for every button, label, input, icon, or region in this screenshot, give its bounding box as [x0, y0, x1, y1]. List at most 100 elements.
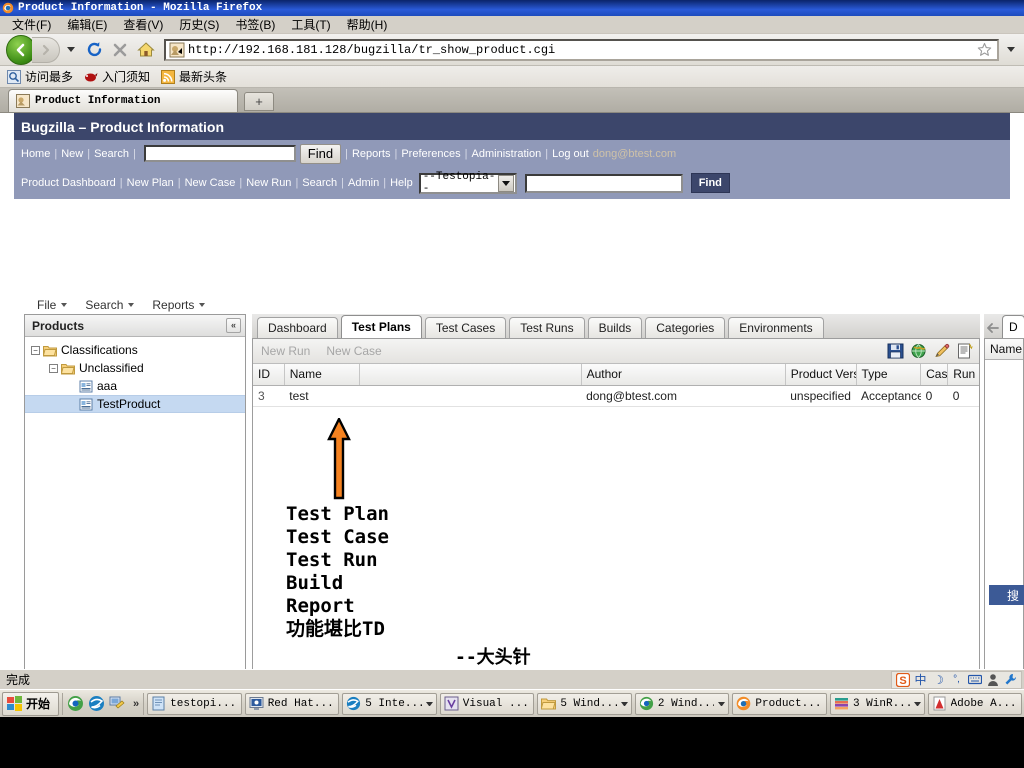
bookmark-getting-started[interactable]: 入门须知 [81, 67, 156, 86]
taskbar-item-winrar[interactable]: 3 WinR... [829, 692, 925, 715]
ime-punctuation-icon[interactable]: °, [949, 672, 964, 687]
nav-new-run-link[interactable]: New Run [246, 177, 291, 189]
tab-dashboard[interactable]: Dashboard [257, 317, 338, 338]
tree-node-unclassified[interactable]: − Unclassified [25, 359, 245, 377]
taskbar-item-internet-explorer[interactable]: 5 Inte... [342, 692, 437, 715]
nav-new-plan-link[interactable]: New Plan [127, 177, 174, 189]
tab-test-plans[interactable]: Test Plans [340, 315, 422, 338]
url-dropdown-icon[interactable] [1004, 47, 1018, 52]
tab-categories[interactable]: Categories [645, 317, 726, 338]
tree-node-aaa[interactable]: aaa [25, 377, 245, 395]
nav-search-link[interactable]: Search [94, 148, 129, 160]
col-blank[interactable] [359, 364, 582, 386]
table-row[interactable]: 3 test dong@btest.com unspecified Accept… [253, 385, 979, 407]
col-product-version[interactable]: Product Versic [785, 364, 857, 386]
ql-ie-icon[interactable] [88, 695, 105, 712]
testopia-search-input[interactable] [524, 173, 683, 193]
bugzilla-quicksearch-input[interactable] [143, 145, 296, 162]
cell-cases: 0 [920, 385, 948, 407]
browser-tab-product-information[interactable]: Product Information [8, 89, 238, 112]
tree-node-testproduct[interactable]: TestProduct [25, 395, 245, 413]
chevron-down-icon[interactable] [425, 701, 433, 706]
ime-chinese-icon[interactable]: 中 [913, 672, 928, 687]
tab-builds[interactable]: Builds [587, 317, 643, 338]
back-arrow-small-icon[interactable] [987, 317, 999, 338]
menu-edit[interactable]: 编辑(E) [59, 15, 115, 34]
app-menu-reports[interactable]: Reports [143, 296, 214, 314]
nav-logout-link[interactable]: Log out [552, 148, 589, 160]
menu-tools[interactable]: 工具(T) [283, 15, 338, 34]
nav-admin-link[interactable]: Admin [348, 177, 379, 189]
menu-bookmarks[interactable]: 书签(B) [227, 15, 283, 34]
menu-help[interactable]: 帮助(H) [339, 15, 396, 34]
col-type[interactable]: Type [856, 364, 922, 386]
app-menu-file[interactable]: File [28, 296, 76, 314]
save-floppy-icon[interactable] [887, 343, 904, 359]
nav-home-link[interactable]: Home [21, 148, 50, 160]
collapse-left-icon[interactable]: « [226, 318, 241, 333]
nav-preferences-link[interactable]: Preferences [401, 148, 460, 160]
new-tab-button[interactable]: + [244, 92, 274, 111]
taskbar-item-windows-explorer[interactable]: 5 Wind... [537, 692, 632, 715]
right-panel-column-header[interactable]: Name [985, 339, 1023, 360]
chevron-down-icon[interactable] [718, 701, 726, 706]
new-run-button[interactable]: New Run [261, 344, 310, 358]
navigation-history-dropdown[interactable] [67, 47, 75, 52]
menu-view[interactable]: 查看(V) [115, 15, 171, 34]
col-cases[interactable]: Cas [920, 364, 949, 386]
start-button[interactable]: 开始 [2, 691, 60, 716]
taskbar-item-redhat[interactable]: Red Hat... [244, 692, 340, 715]
new-case-button[interactable]: New Case [326, 344, 381, 358]
nav-reports-link[interactable]: Reports [352, 148, 391, 160]
ime-wrench-icon[interactable] [1003, 672, 1018, 687]
app-menu-search[interactable]: Search [76, 296, 143, 314]
nav-new-case-link[interactable]: New Case [185, 177, 236, 189]
star-bookmark-icon[interactable] [973, 42, 995, 57]
taskbar-item-product[interactable]: Product... [732, 692, 827, 715]
url-bar[interactable]: http://192.168.181.128/bugzilla/tr_show_… [164, 38, 999, 61]
menu-file[interactable]: 文件(F) [4, 15, 59, 34]
right-panel-tab[interactable]: D [1002, 315, 1024, 338]
col-author[interactable]: Author [581, 364, 786, 386]
ime-moon-icon[interactable]: ☽ [931, 672, 946, 687]
chevron-down-icon[interactable] [620, 701, 628, 706]
new-document-icon[interactable] [956, 343, 973, 359]
menu-history[interactable]: 历史(S) [171, 15, 227, 34]
taskbar-item-visual[interactable]: Visual ... [439, 692, 535, 715]
nav-help-link[interactable]: Help [390, 177, 413, 189]
globe-icon[interactable] [910, 343, 927, 359]
bugzilla-find-button[interactable]: Find [299, 143, 342, 164]
tree-expander-icon[interactable]: − [31, 345, 40, 355]
bookmark-most-visited[interactable]: 访问最多 [4, 67, 79, 86]
quick-launch-overflow-icon[interactable]: » [130, 698, 139, 710]
bookmark-latest-headlines[interactable]: 最新头条 [158, 67, 233, 86]
sogou-ime-icon[interactable]: S [895, 672, 910, 687]
tab-test-runs[interactable]: Test Runs [509, 317, 585, 338]
pencil-edit-icon[interactable] [933, 343, 950, 359]
nav-search-link-2[interactable]: Search [302, 177, 337, 189]
reload-icon[interactable] [86, 41, 103, 58]
nav-product-dashboard-link[interactable]: Product Dashboard [21, 177, 116, 189]
nav-administration-link[interactable]: Administration [472, 148, 542, 160]
taskbar-item-adobe[interactable]: Adobe A... [927, 692, 1023, 715]
tree-expander-icon[interactable]: − [49, 363, 58, 373]
ime-keyboard-icon[interactable] [967, 672, 982, 687]
col-id[interactable]: ID [253, 364, 285, 386]
tab-test-cases[interactable]: Test Cases [424, 317, 507, 338]
tab-environments[interactable]: Environments [728, 317, 824, 338]
ql-firefox-icon[interactable] [67, 695, 84, 712]
right-panel-search-button[interactable]: 搜 [989, 585, 1024, 605]
taskbar-item-testopi[interactable]: testopi... [147, 692, 242, 715]
chevron-down-icon[interactable] [913, 701, 921, 706]
ime-user-icon[interactable] [985, 672, 1000, 687]
taskbar-item-windows-2[interactable]: 2 Wind... [634, 692, 730, 715]
col-runs[interactable]: Run [947, 364, 979, 386]
col-name[interactable]: Name [284, 364, 360, 386]
nav-new-link[interactable]: New [61, 148, 83, 160]
home-icon[interactable] [137, 41, 155, 58]
ql-show-desktop-icon[interactable] [109, 695, 126, 712]
tree-node-classifications[interactable]: − Classifications [25, 341, 245, 359]
testopia-find-button[interactable]: Find [690, 173, 730, 193]
browser-tab-strip: Product Information + [0, 88, 1024, 113]
testopia-scope-select[interactable]: --Testopia-- [418, 171, 517, 195]
